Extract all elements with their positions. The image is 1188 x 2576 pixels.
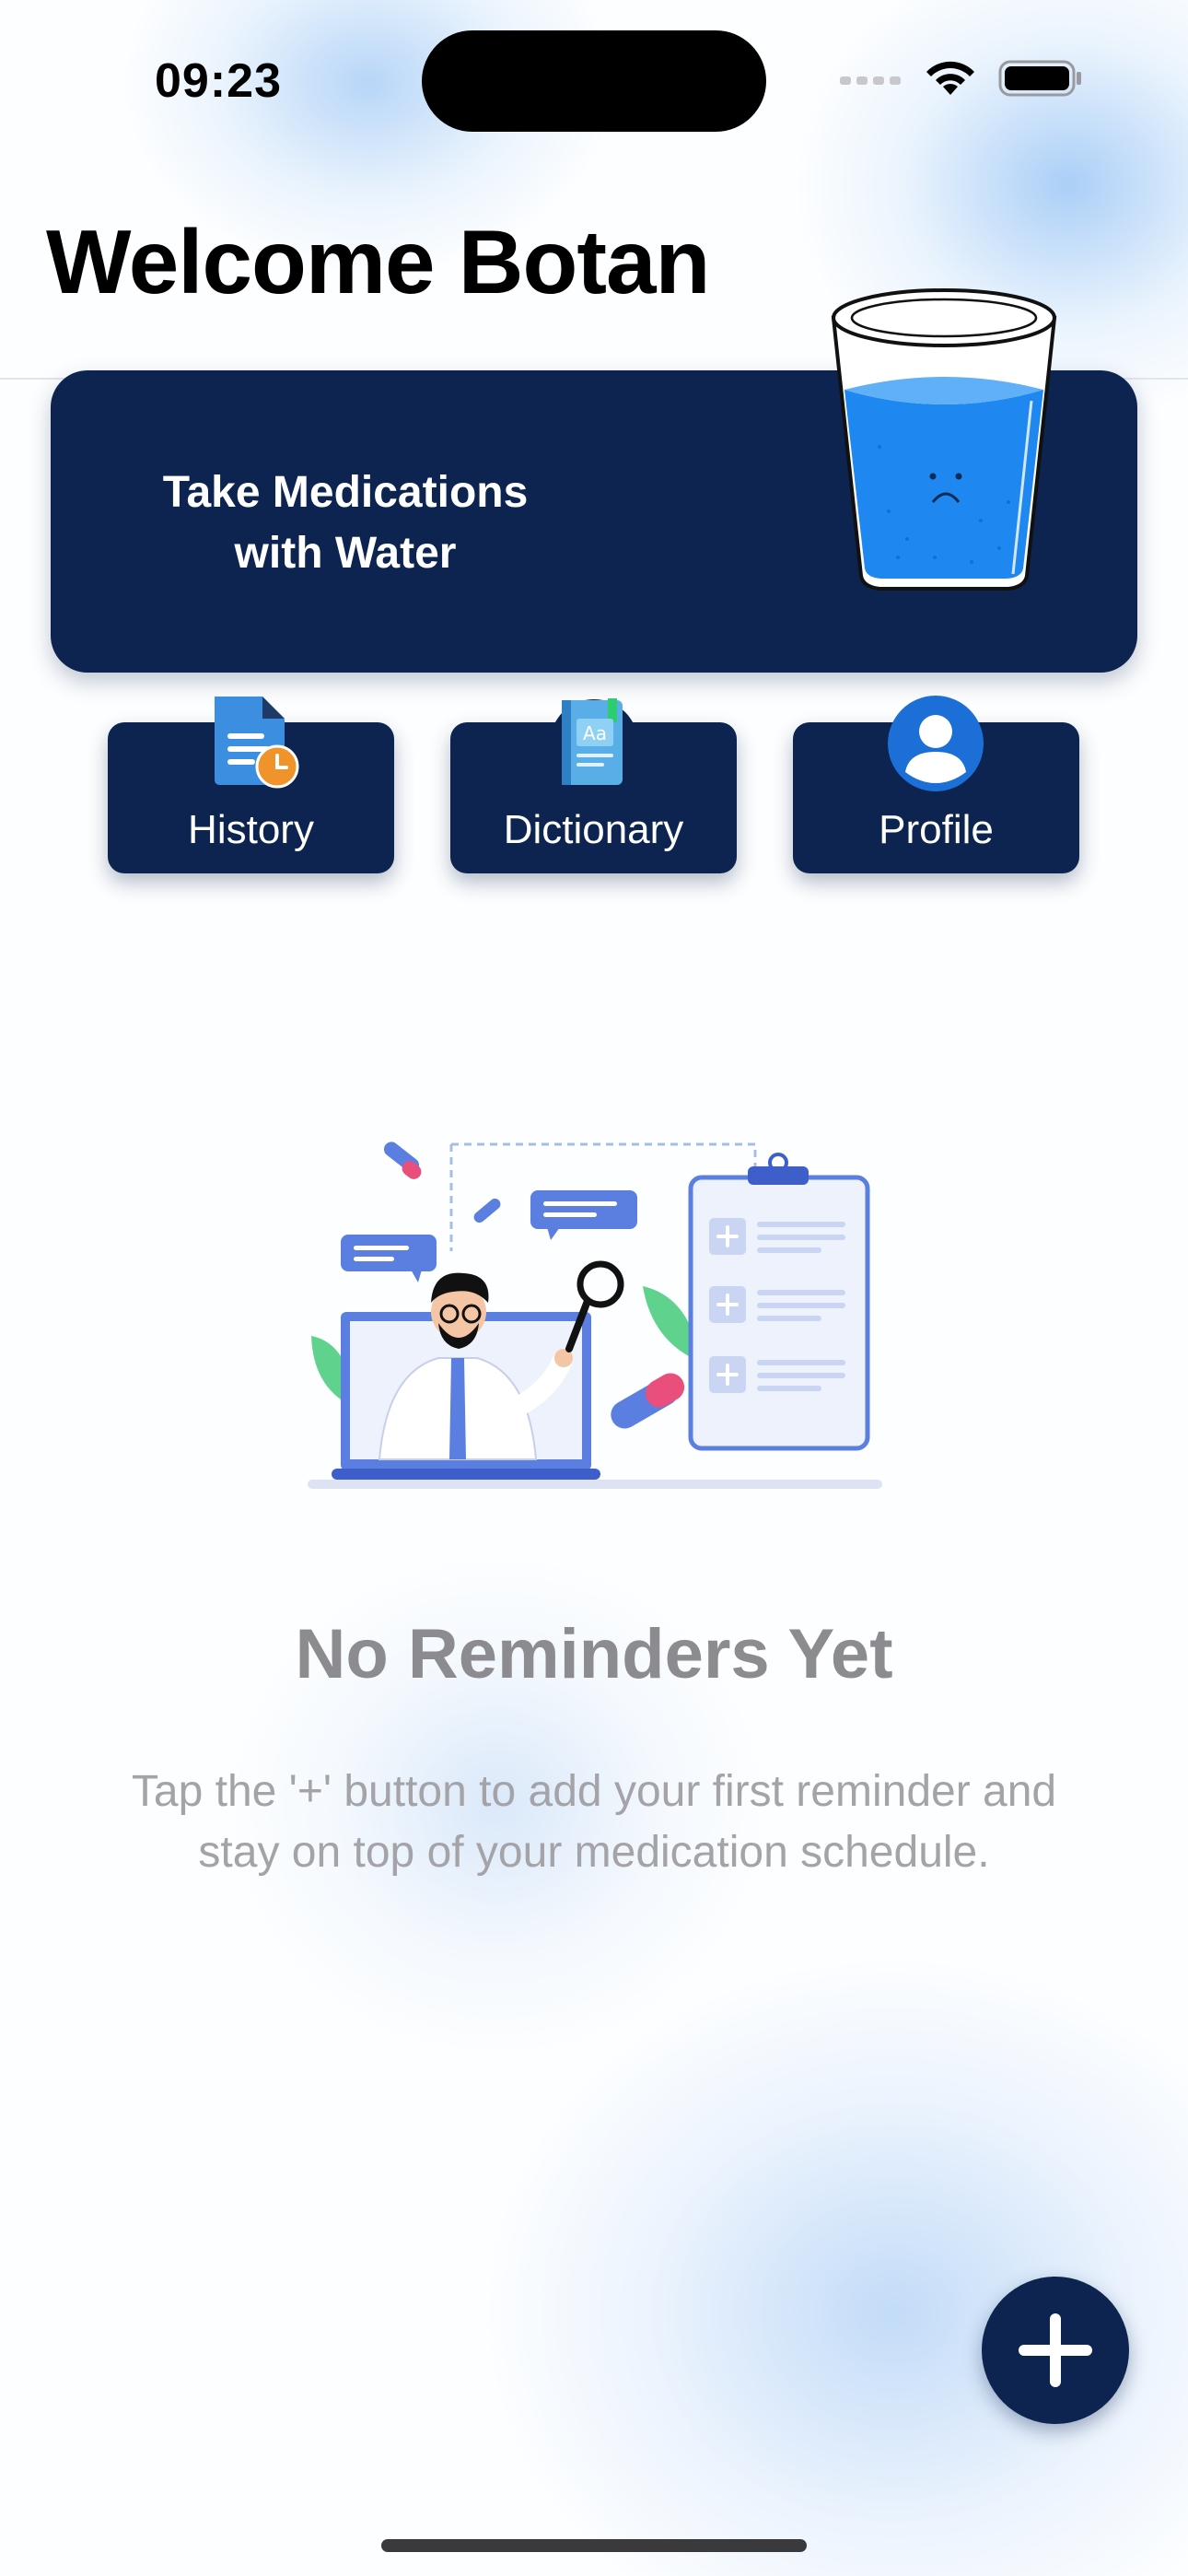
profile-button-label: Profile xyxy=(879,807,994,852)
status-icons xyxy=(840,55,1083,101)
empty-state-title: No Reminders Yet xyxy=(295,1615,893,1693)
page-title: Welcome Botan xyxy=(46,211,710,312)
cellular-signal-icon xyxy=(840,76,901,85)
add-reminder-button[interactable] xyxy=(982,2277,1129,2424)
background-glow xyxy=(479,1953,1188,2576)
history-document-clock-icon xyxy=(215,697,299,789)
dynamic-island xyxy=(422,30,766,132)
status-time: 09:23 xyxy=(155,54,282,108)
profile-user-icon xyxy=(888,696,984,791)
app-screen: 09:23 Welcome Botan Take Medications wit… xyxy=(0,0,1188,2576)
wifi-icon xyxy=(926,61,974,95)
dictionary-button-label: Dictionary xyxy=(503,807,684,852)
svg-text:Aa: Aa xyxy=(583,722,607,744)
doctor-consultation-illustration xyxy=(308,1142,882,1489)
banner-text: Take Medications with Water xyxy=(162,468,529,578)
empty-state-subtitle: Tap the '+' button to add your first rem… xyxy=(131,1767,1057,1877)
home-indicator[interactable] xyxy=(381,2539,807,2552)
dictionary-book-icon: Aa xyxy=(550,698,638,788)
history-button-label: History xyxy=(188,807,314,852)
water-glass-icon xyxy=(831,288,1057,591)
battery-icon xyxy=(998,60,1081,97)
plus-icon xyxy=(1019,2313,1092,2387)
